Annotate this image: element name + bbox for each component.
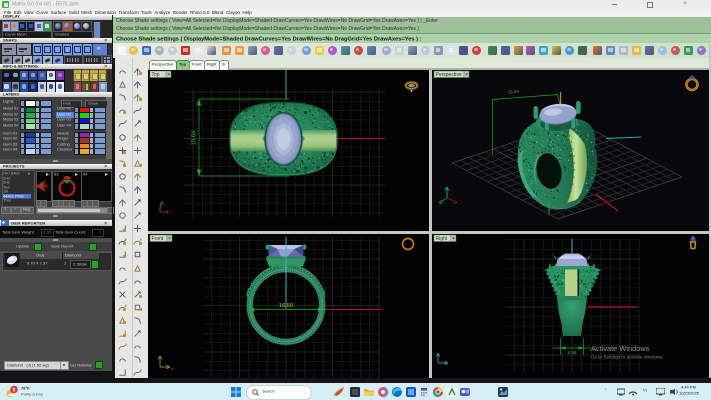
svg-text:Perspective: Perspective [436,72,462,78]
svg-text:Front: Front [152,236,164,242]
svg-text:Top: Top [152,72,160,78]
svg-text:15.64: 15.64 [508,89,520,95]
svg-text:Activate Windows: Activate Windows [591,344,650,353]
svg-text:Go to Settings to activate Win: Go to Settings to activate Windows. [591,355,664,360]
svg-text:5.98: 5.98 [568,350,577,355]
svg-text:Right: Right [436,236,448,242]
svg-text:15.64: 15.64 [192,130,198,146]
